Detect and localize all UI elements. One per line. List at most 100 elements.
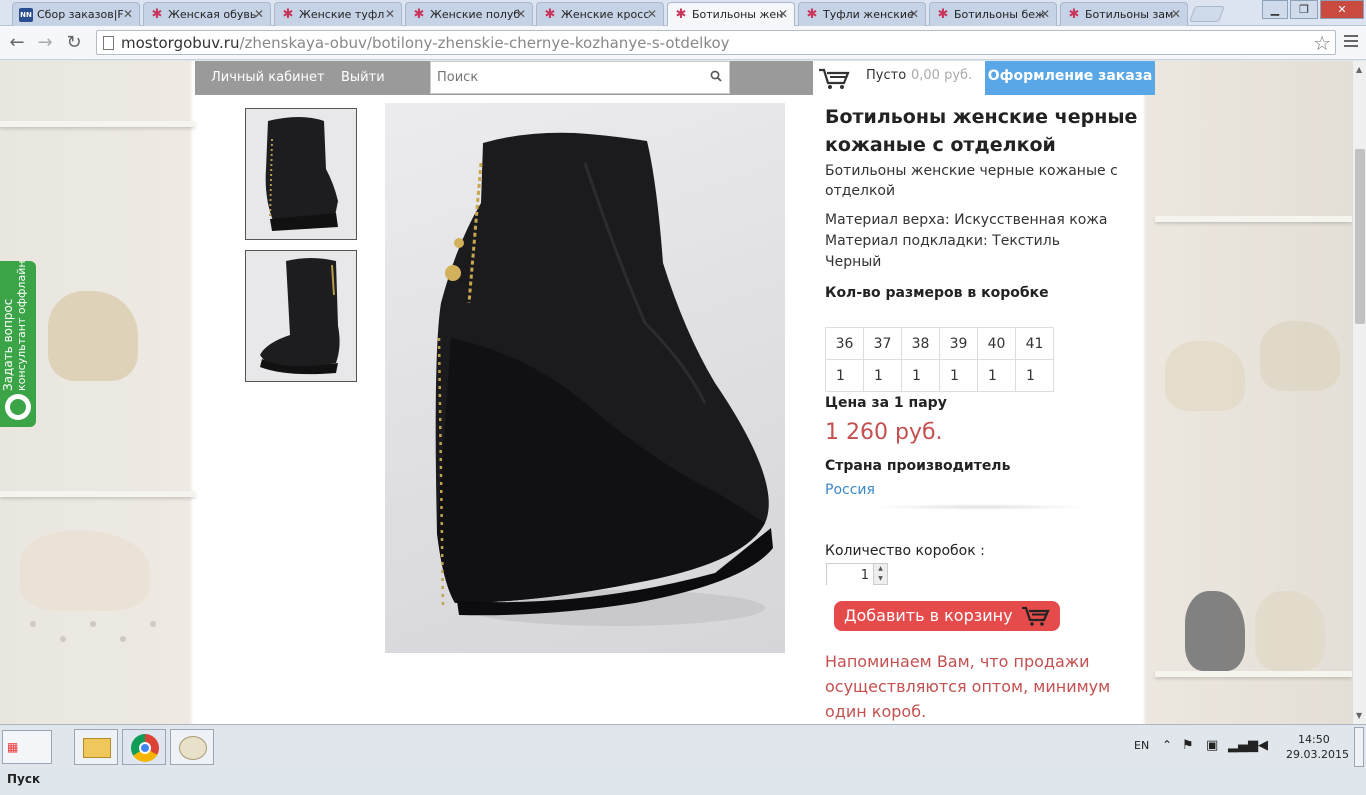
wholesale-notice: Напоминаем Вам, что продажи осуществляют…	[825, 652, 1111, 721]
tab-strip: NN Сбор заказов|F ✕ ✱ Женская обувь ✕ ✱ …	[0, 0, 1366, 26]
chevron-up-icon[interactable]: ▲	[873, 564, 887, 574]
forward-arrow-icon[interactable]: →	[34, 32, 56, 54]
menu-icon[interactable]	[1341, 32, 1361, 54]
star-icon: ✱	[675, 7, 687, 22]
cart-total: 0,00 руб.	[911, 68, 973, 83]
consultant-text: Задать вопрос консультант оффлайн	[1, 231, 28, 391]
size-qty-row: 1 1 1 1 1 1	[825, 359, 1054, 392]
consultant-line-1: Задать вопрос	[1, 298, 15, 391]
size-cell: 41	[1015, 327, 1054, 360]
language-indicator[interactable]: EN	[1134, 739, 1149, 752]
boot-thumbnail-image	[265, 117, 338, 231]
tab-botilony-zamsh[interactable]: ✱ Ботильоны зам ✕	[1060, 2, 1188, 26]
close-window-icon[interactable]: ✕	[1320, 0, 1364, 19]
size-cell: 36	[825, 327, 864, 360]
url-path: /zhenskaya-obuv/botilony-zhenskie-cherny…	[239, 34, 730, 52]
paint-icon[interactable]	[170, 729, 214, 765]
address-bar[interactable]: mostorgobuv.ru/zhenskaya-obuv/botilony-z…	[96, 30, 1336, 55]
consultant-widget[interactable]: Задать вопрос консультант оффлайн	[0, 260, 36, 427]
add-to-cart-button[interactable]: Добавить в корзину	[834, 601, 1060, 631]
restore-icon[interactable]: ❐	[1290, 0, 1318, 19]
explorer-icon[interactable]	[74, 729, 118, 765]
show-desktop-button[interactable]	[1354, 727, 1364, 767]
tab-title: Женская обувь	[168, 8, 257, 21]
tab-title: Женские туфл	[299, 8, 385, 21]
shelf-decoration	[1155, 216, 1352, 222]
background-shoe	[20, 531, 150, 611]
nn-icon: NN	[19, 8, 33, 22]
country-link[interactable]: Россия	[825, 482, 875, 498]
back-arrow-icon[interactable]: ←	[6, 32, 28, 54]
star-icon: ✱	[282, 7, 294, 22]
show-hidden-icons[interactable]: ⌃	[1162, 738, 1172, 752]
search-input[interactable]	[431, 62, 691, 93]
close-tab-icon[interactable]: ✕	[516, 7, 526, 21]
start-button[interactable]: ▦ Пуск	[2, 730, 52, 786]
product-info: Ботильоны женские черные кожаные с отдел…	[825, 103, 1145, 301]
logout-link[interactable]: Выйти	[341, 70, 385, 85]
size-cell: 37	[863, 327, 902, 360]
product-main-image[interactable]	[385, 103, 785, 653]
qty-cell: 1	[977, 359, 1016, 392]
product-subtitle: Ботильоны женские черные кожаные с отдел…	[825, 163, 1118, 199]
star-icon: ✱	[806, 7, 818, 22]
tab-zhenskie-krossovki[interactable]: ✱ Женские кросс ✕	[536, 2, 664, 26]
minimize-icon[interactable]: ▁	[1262, 0, 1288, 19]
tab-botilony-bezh[interactable]: ✱ Ботильоны беж ✕	[929, 2, 1057, 26]
new-tab-button[interactable]	[1189, 6, 1225, 22]
tab-title: Ботильоны беж	[954, 8, 1045, 21]
cart-icon	[819, 68, 850, 89]
qty-cell: 1	[1015, 359, 1054, 392]
tab-botilony-zhenskie[interactable]: ✱ Ботильоны жен ✕	[667, 2, 795, 26]
country-label: Страна производитель	[825, 458, 1011, 474]
checkout-button[interactable]: Оформление заказа	[985, 61, 1155, 95]
size-row: 36 37 38 39 40 41	[825, 327, 1054, 360]
close-tab-icon[interactable]: ✕	[123, 7, 133, 21]
quantity-stepper: ▲ ▼	[826, 563, 888, 586]
page-icon	[103, 36, 114, 50]
tab-sbor-zakazov[interactable]: NN Сбор заказов|F ✕	[12, 2, 140, 26]
product-thumbnail-2[interactable]	[245, 250, 357, 382]
device-icon[interactable]: ▣	[1206, 738, 1218, 753]
attr-color: Черный	[825, 254, 882, 270]
close-tab-icon[interactable]: ✕	[647, 7, 657, 21]
cart-summary[interactable]: Пусто 0,00 руб.	[813, 61, 985, 95]
clock-time[interactable]: 14:50	[1298, 733, 1330, 746]
network-icon[interactable]: ▂▄▆	[1228, 738, 1258, 753]
vertical-scrollbar[interactable]: ▲ ▼	[1352, 61, 1366, 724]
close-tab-icon[interactable]: ✕	[1040, 7, 1050, 21]
flag-icon[interactable]: ⚑	[1182, 738, 1194, 753]
close-tab-icon[interactable]: ✕	[1171, 7, 1181, 21]
scroll-down-icon[interactable]: ▼	[1356, 711, 1362, 720]
account-link[interactable]: Личный кабинет	[211, 70, 325, 85]
scrollbar-thumb[interactable]	[1355, 149, 1365, 324]
bookmark-star-icon[interactable]: ☆	[1313, 31, 1331, 55]
star-icon: ✱	[1068, 7, 1080, 22]
product-thumbnail-1[interactable]	[245, 108, 357, 240]
tab-zhenskaya-obuv[interactable]: ✱ Женская обувь ✕	[143, 2, 271, 26]
close-tab-icon[interactable]: ✕	[385, 7, 395, 21]
background-shoe	[1165, 341, 1245, 411]
size-cell: 40	[977, 327, 1016, 360]
volume-icon[interactable]: ◀	[1258, 738, 1268, 753]
close-tab-icon[interactable]: ✕	[254, 7, 264, 21]
tab-tufli-zhenskie[interactable]: ✱ Туфли женские ✕	[798, 2, 926, 26]
shelf-decoration	[0, 121, 195, 127]
chevron-down-icon[interactable]: ▼	[873, 574, 887, 584]
system-tray: EN ⌃ ⚑ ▣ ▂▄▆ ◀ 14:50 29.03.2015	[1124, 725, 1366, 769]
cart-status: Пусто	[866, 68, 907, 83]
tab-zhenskie-tufli[interactable]: ✱ Женские туфл ✕	[274, 2, 402, 26]
search-icon[interactable]	[710, 70, 722, 82]
size-cell: 38	[901, 327, 940, 360]
reload-icon[interactable]: ↻	[63, 32, 85, 54]
tab-title: Женские кросс	[561, 8, 650, 21]
close-tab-icon[interactable]: ✕	[909, 7, 919, 21]
tab-zhenskie-polubotinki[interactable]: ✱ Женские полуб ✕	[405, 2, 533, 26]
scroll-up-icon[interactable]: ▲	[1356, 65, 1362, 74]
qty-input[interactable]	[827, 565, 873, 586]
chrome-icon[interactable]	[122, 729, 166, 765]
star-icon: ✱	[413, 7, 425, 22]
close-tab-icon[interactable]: ✕	[778, 7, 788, 21]
attr-upper-material: Материал верха: Искусственная кожа	[825, 212, 1108, 228]
clock-date[interactable]: 29.03.2015	[1286, 748, 1349, 761]
